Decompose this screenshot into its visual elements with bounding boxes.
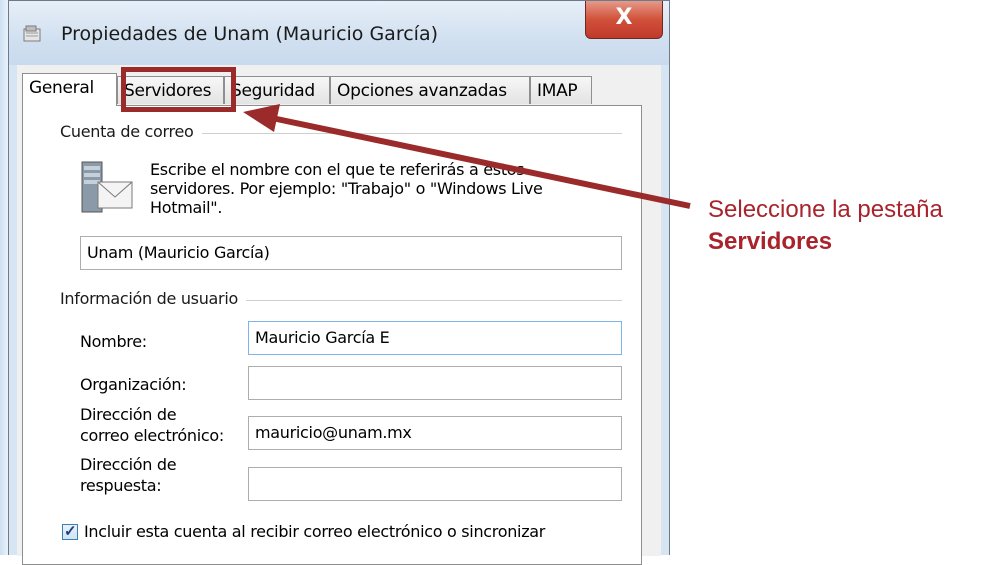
instruction-callout: Seleccione la pestaña Servidores	[708, 194, 943, 258]
tab-opciones-avanzadas[interactable]: Opciones avanzadas	[330, 76, 530, 104]
server-mail-icon	[81, 161, 133, 213]
reply-label-line1: Dirección de	[80, 455, 177, 474]
servidores-tab-highlight	[121, 67, 236, 112]
callout-line2: Servidores	[708, 226, 943, 258]
email-label-line2: correo electrónico:	[80, 426, 224, 445]
tab-seguridad[interactable]: Seguridad	[224, 76, 330, 104]
include-account-label[interactable]: Incluir esta cuenta al recibir correo el…	[84, 522, 545, 541]
mail-account-description: Escribe el nombre con el que te referirá…	[150, 160, 543, 217]
close-button[interactable]: X	[585, 1, 663, 39]
app-icon	[23, 25, 41, 42]
window-title: Propiedades de Unam (Mauricio García)	[61, 23, 439, 45]
tab-imap[interactable]: IMAP	[530, 76, 592, 104]
reply-label-line2: respuesta:	[80, 476, 162, 495]
reply-field[interactable]	[248, 467, 622, 501]
title-bar[interactable]: Propiedades de Unam (Mauricio García) X	[9, 1, 669, 65]
checkmark-icon: ✓	[64, 523, 77, 540]
organization-label: Organización:	[80, 375, 187, 394]
name-label-text: Nombre:	[80, 332, 147, 351]
account-name-field[interactable]: Unam (Mauricio García)	[80, 236, 622, 270]
include-account-checkbox[interactable]: ✓	[62, 523, 78, 540]
organization-field[interactable]	[248, 366, 622, 400]
callout-line2-text: Servidores	[708, 228, 833, 255]
user-info-group-label: Información de usuario	[60, 289, 246, 308]
mail-account-group-label: Cuenta de correo	[60, 122, 202, 141]
name-field[interactable]: Mauricio García E	[248, 321, 622, 355]
email-field[interactable]: mauricio@unam.mx	[248, 416, 622, 450]
close-icon: X	[615, 5, 633, 30]
name-label: Nombre:	[80, 332, 147, 351]
background-window-edge	[0, 0, 8, 555]
callout-line1: Seleccione la pestaña	[708, 196, 943, 223]
tab-general[interactable]: General	[22, 73, 117, 106]
email-label-line1: Dirección de	[80, 405, 177, 424]
